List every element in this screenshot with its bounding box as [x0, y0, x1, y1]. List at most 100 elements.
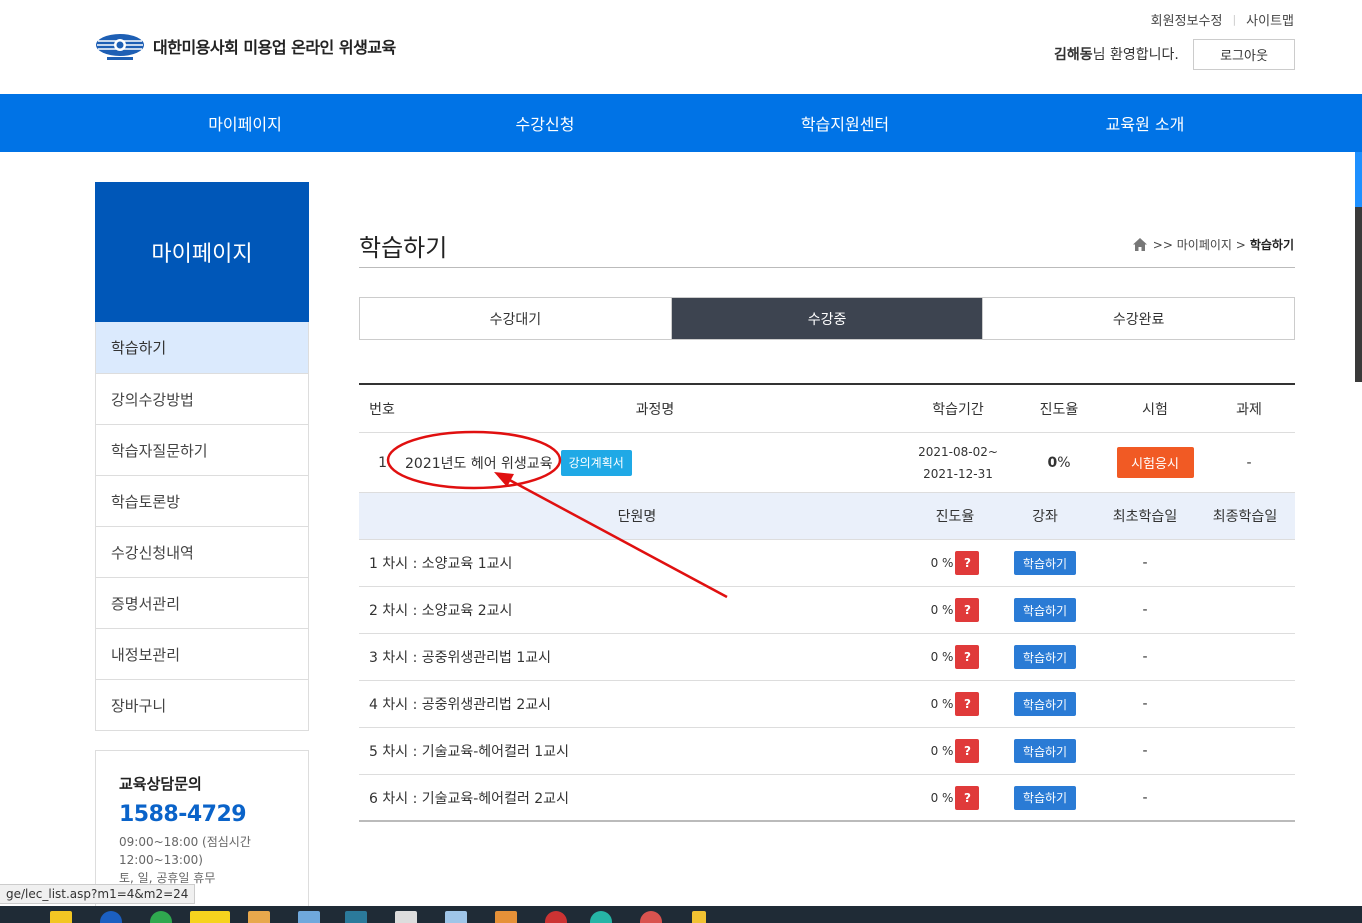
sidebar-item-how-to[interactable]: 강의수강방법 [96, 373, 308, 424]
unit-progress-cell: 0 % ? [915, 681, 995, 727]
unit-header-row: 단원명 진도율 강좌 최초학습일 최종학습일 [359, 493, 1295, 540]
unit-progress: 0 % [930, 744, 954, 758]
progress-help-button[interactable]: ? [955, 551, 980, 575]
app-icon[interactable] [395, 911, 417, 923]
table-row: 4 차시 : 공중위생관리법 2교시 0 % ? 학습하기 - [359, 681, 1295, 728]
breadcrumb-current: 학습하기 [1249, 238, 1294, 252]
app-icon[interactable] [248, 911, 270, 923]
unit-last-date [1195, 728, 1295, 774]
unit-action-cell: 학습하기 [995, 634, 1095, 680]
logout-button[interactable]: 로그아웃 [1193, 39, 1295, 70]
study-button[interactable]: 학습하기 [1014, 598, 1076, 622]
title-divider [359, 267, 1295, 268]
tab-completed[interactable]: 수강완료 [982, 298, 1295, 339]
take-exam-button[interactable]: 시험응시 [1116, 447, 1194, 478]
col-header-progress: 진도율 [1039, 401, 1079, 418]
app-icon[interactable] [545, 911, 567, 923]
app-icon[interactable] [345, 911, 367, 923]
browser-icon[interactable] [100, 911, 122, 923]
association-emblem-icon [96, 34, 144, 60]
breadcrumb-arrow: > [1235, 237, 1246, 252]
unit-action-cell: 학습하기 [995, 681, 1095, 727]
breadcrumb-parent[interactable]: 마이페이지 [1177, 236, 1232, 253]
syllabus-button[interactable]: 강의계획서 [560, 449, 632, 476]
scrollbar-thumb[interactable] [1355, 152, 1362, 207]
progress-help-button[interactable]: ? [955, 739, 980, 763]
course-progress-value: 0 [1047, 454, 1058, 471]
nav-item-enroll[interactable]: 수강신청 [395, 94, 695, 152]
study-button[interactable]: 학습하기 [1014, 645, 1076, 669]
study-button[interactable]: 학습하기 [1014, 785, 1076, 810]
home-icon[interactable] [1132, 237, 1148, 252]
col-header-exam: 시험 [1142, 401, 1168, 418]
col-header-assignment: 과제 [1236, 401, 1262, 418]
sitemap-link[interactable]: 사이트맵 [1246, 10, 1294, 29]
progress-help-button[interactable]: ? [955, 692, 980, 716]
status-tabs: 수강대기 수강중 수강완료 [359, 297, 1295, 340]
unit-action-cell: 학습하기 [995, 587, 1095, 633]
unit-progress-cell: 0 % ? [915, 728, 995, 774]
app-icon[interactable] [495, 911, 517, 923]
course-progress: 0 % [1011, 433, 1107, 492]
unit-progress-cell: 0 % ? [915, 775, 995, 820]
sidebar-item-enroll-history[interactable]: 수강신청내역 [96, 526, 308, 577]
col-header-period: 학습기간 [932, 401, 984, 418]
app-icon[interactable] [590, 911, 612, 923]
progress-help-button[interactable]: ? [955, 598, 980, 622]
unit-first-date: - [1142, 602, 1148, 618]
table-row: 5 차시 : 기술교육-헤어컬러 1교시 0 % ? 학습하기 - [359, 728, 1295, 775]
chrome-icon[interactable] [150, 911, 172, 923]
exam-cell: 시험응시 [1107, 433, 1203, 492]
study-button[interactable]: 학습하기 [1014, 739, 1076, 763]
course-period: 2021-08-02~ 2021-12-31 [905, 433, 1011, 492]
app-icon[interactable] [692, 911, 706, 923]
app-icon[interactable] [640, 911, 662, 923]
study-button[interactable]: 학습하기 [1014, 692, 1076, 716]
sidebar-item-cart[interactable]: 장바구니 [96, 679, 308, 730]
app-icon[interactable] [298, 911, 320, 923]
sidebar-item-questions[interactable]: 학습자질문하기 [96, 424, 308, 475]
kakao-icon[interactable] [190, 911, 230, 923]
tab-in-progress[interactable]: 수강중 [670, 298, 983, 339]
contact-hours: 09:00~18:00 (점심시간 12:00~13:00) 토, 일, 공휴일… [119, 833, 308, 887]
unit-progress: 0 % [930, 790, 954, 805]
member-edit-link[interactable]: 회원정보수정 [1151, 10, 1223, 29]
sidebar-item-my-info[interactable]: 내정보관리 [96, 628, 308, 679]
unit-progress-cell: 0 % ? [915, 587, 995, 633]
table-header-row: 번호 과정명 학습기간 진도율 시험 과제 [359, 385, 1295, 433]
unit-first-date: - [1142, 696, 1148, 712]
course-no: 1 [378, 454, 387, 471]
tab-waiting[interactable]: 수강대기 [360, 298, 671, 339]
util-divider: | [1232, 13, 1237, 26]
file-explorer-icon[interactable] [50, 911, 72, 923]
page-title: 학습하기 [359, 234, 448, 262]
period-start: 2021-08-02~ [918, 444, 998, 459]
app-icon[interactable] [445, 911, 467, 923]
unit-first-date: - [1142, 789, 1148, 806]
sidebar-item-study[interactable]: 학습하기 [96, 322, 308, 373]
course-name[interactable]: 2021년도 헤어 위생교육 [405, 453, 553, 473]
user-name: 김해동 [1054, 47, 1093, 63]
utility-links: 회원정보수정 | 사이트맵 [1151, 10, 1294, 29]
study-button[interactable]: 학습하기 [1014, 551, 1076, 575]
unit-action-cell: 학습하기 [995, 540, 1095, 586]
course-name-cell: 2021년도 헤어 위생교육 강의계획서 [405, 433, 705, 492]
unit-progress-cell: 0 % ? [915, 634, 995, 680]
sidebar-item-certificates[interactable]: 증명서관리 [96, 577, 308, 628]
course-table: 번호 과정명 학습기간 진도율 시험 과제 1 2021년도 헤어 위생교육 강… [359, 383, 1295, 822]
unit-name: 5 차시 : 기술교육-헤어컬러 1교시 [369, 744, 569, 760]
nav-item-about[interactable]: 교육원 소개 [995, 94, 1295, 152]
unit-last-date [1195, 587, 1295, 633]
sidebar-item-discussion[interactable]: 학습토론방 [96, 475, 308, 526]
progress-help-button[interactable]: ? [955, 645, 980, 669]
assignment-value: - [1246, 454, 1252, 471]
unit-first-date: - [1142, 649, 1148, 665]
progress-help-button[interactable]: ? [955, 785, 980, 810]
unit-first-date: - [1142, 743, 1148, 759]
nav-item-mypage[interactable]: 마이페이지 [95, 94, 395, 152]
unit-first-date: - [1142, 555, 1148, 571]
site-header: 대한미용사회 미용업 온라인 위생교육 회원정보수정 | 사이트맵 김해동님 환… [0, 0, 1362, 94]
site-logo[interactable]: 대한미용사회 미용업 온라인 위생교육 [95, 30, 396, 62]
nav-item-support-center[interactable]: 학습지원센터 [695, 94, 995, 152]
breadcrumb: >> 마이페이지 > 학습하기 [1132, 236, 1294, 253]
